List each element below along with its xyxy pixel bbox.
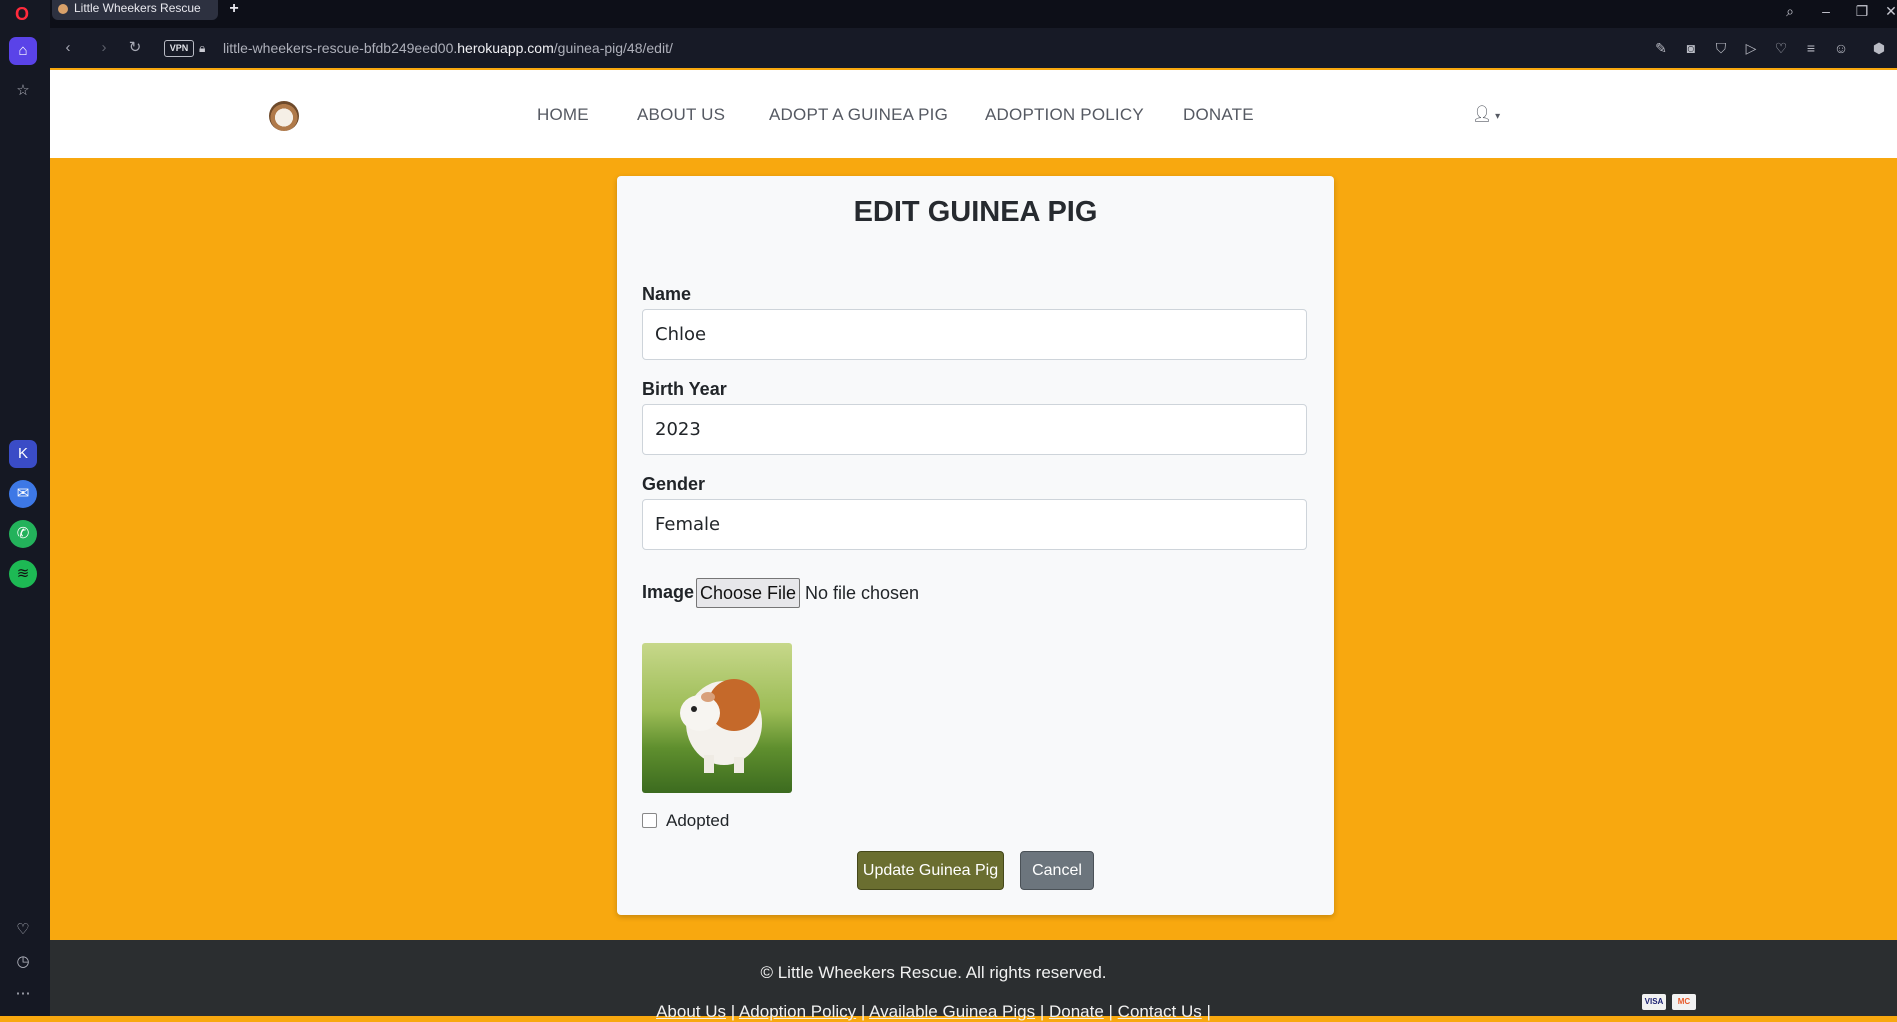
heart-icon[interactable]: ♡ bbox=[1772, 38, 1790, 58]
new-tab-icon[interactable]: + bbox=[225, 1, 243, 19]
gender-select[interactable]: Female bbox=[642, 499, 1307, 550]
footer-link-contact[interactable]: Contact Us bbox=[1118, 1002, 1202, 1021]
name-label: Name bbox=[642, 284, 692, 304]
guinea-pig-image bbox=[642, 643, 792, 793]
user-dropdown[interactable]: 👤︎ ▾ bbox=[1472, 102, 1508, 128]
update-button[interactable]: Update Guinea Pig bbox=[857, 851, 1004, 890]
footer-link-about[interactable]: About Us bbox=[656, 1002, 726, 1021]
more-icon[interactable]: ⋯ bbox=[9, 980, 37, 1008]
caret-down-icon: ▾ bbox=[1492, 111, 1501, 122]
vpn-badge[interactable]: VPN bbox=[164, 40, 194, 57]
birth-year-label: Birth Year bbox=[642, 379, 727, 399]
spotify-icon[interactable]: ≋ bbox=[9, 560, 37, 588]
choose-file-button[interactable]: Choose File bbox=[696, 578, 800, 608]
speed-dial-icon[interactable]: ☆ bbox=[9, 77, 37, 105]
browser-tab[interactable]: Little Wheekers Rescue bbox=[52, 0, 218, 20]
menu-icon[interactable]: ≡ bbox=[1802, 38, 1820, 58]
file-status: No file chosen bbox=[805, 583, 920, 603]
nav-home[interactable]: HOME bbox=[537, 100, 589, 130]
nav-about-us[interactable]: ABOUT US bbox=[637, 100, 725, 130]
cancel-button[interactable]: Cancel bbox=[1020, 851, 1094, 890]
history-icon[interactable]: ◷ bbox=[9, 948, 37, 976]
user-icon: 👤︎ bbox=[1472, 106, 1493, 123]
favorites-icon[interactable]: ♡ bbox=[9, 916, 37, 944]
shield-icon[interactable]: ⛉ bbox=[1712, 38, 1730, 58]
whatsapp-icon[interactable]: ✆ bbox=[9, 520, 37, 548]
url-prefix: little-wheekers-rescue-bfdb249eed00. bbox=[223, 40, 458, 56]
url-path: /guinea-pig/48/edit/ bbox=[553, 40, 673, 56]
forward-icon[interactable]: › bbox=[93, 37, 115, 59]
copyright-text: © Little Wheekers Rescue. All rights res… bbox=[760, 963, 1107, 982]
restore-icon[interactable]: ❐ bbox=[1851, 2, 1873, 22]
site-logo[interactable] bbox=[269, 101, 299, 131]
edit-icon[interactable]: ✎ bbox=[1652, 38, 1670, 58]
nav-adopt[interactable]: ADOPT A GUINEA PIG bbox=[769, 100, 948, 130]
profile-icon[interactable]: ☺ bbox=[1832, 38, 1850, 58]
browser-sidebar bbox=[0, 0, 50, 1016]
nav-adoption-policy[interactable]: ADOPTION POLICY bbox=[985, 100, 1144, 130]
opera-logo-icon[interactable]: O bbox=[12, 4, 32, 24]
adopted-checkbox[interactable] bbox=[642, 813, 657, 828]
lock-icon[interactable]: 🔒︎ bbox=[199, 40, 209, 56]
back-icon[interactable]: ‹ bbox=[57, 37, 79, 59]
url-field[interactable]: little-wheekers-rescue-bfdb249eed00.hero… bbox=[223, 37, 673, 59]
reload-icon[interactable]: ↻ bbox=[124, 37, 146, 59]
tab-favicon-icon bbox=[58, 4, 68, 14]
extensions-icon[interactable]: ⬢ bbox=[1870, 38, 1888, 58]
name-input[interactable]: Chloe bbox=[642, 309, 1307, 360]
image-label: Image bbox=[642, 582, 695, 602]
footer-links: About Us | Adoption Policy | Available G… bbox=[656, 1002, 1211, 1021]
mastercard-icon: MC bbox=[1672, 994, 1696, 1010]
site-navbar bbox=[50, 70, 1897, 158]
birth-year-input[interactable]: 2023 bbox=[642, 404, 1307, 455]
page-title: EDIT GUINEA PIG bbox=[853, 196, 1098, 228]
messenger-icon[interactable]: ✉ bbox=[9, 480, 37, 508]
browser-title-bar bbox=[0, 0, 1897, 28]
send-icon[interactable]: ▷ bbox=[1742, 38, 1760, 58]
close-window-icon[interactable]: ✕ bbox=[1880, 2, 1897, 22]
gender-label: Gender bbox=[642, 474, 706, 494]
visa-icon: VISA bbox=[1642, 994, 1666, 1010]
footer-link-donate[interactable]: Donate bbox=[1049, 1002, 1104, 1021]
aria-app-icon[interactable]: K bbox=[9, 440, 37, 468]
footer-link-policy[interactable]: Adoption Policy bbox=[739, 1002, 856, 1021]
nav-donate[interactable]: DONATE bbox=[1183, 100, 1254, 130]
search-icon[interactable]: ⌕ bbox=[1779, 2, 1801, 22]
camera-icon[interactable]: ◙ bbox=[1682, 38, 1700, 58]
minimize-icon[interactable]: – bbox=[1815, 2, 1837, 22]
home-icon[interactable]: ⌂ bbox=[9, 37, 37, 65]
url-domain: herokuapp.com bbox=[457, 40, 554, 56]
adopted-label: Adopted bbox=[666, 811, 730, 830]
footer-link-available[interactable]: Available Guinea Pigs bbox=[869, 1002, 1035, 1021]
tab-title: Little Wheekers Rescue bbox=[74, 1, 201, 15]
